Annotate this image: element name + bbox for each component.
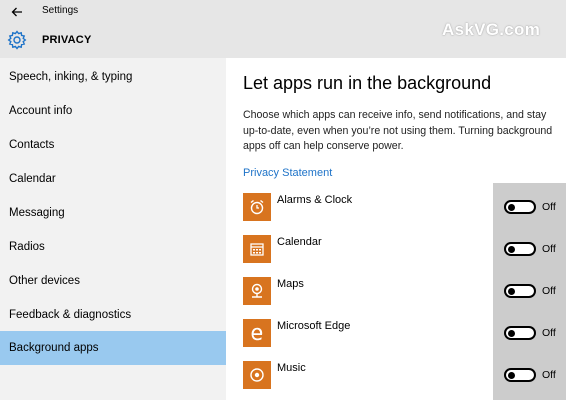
window-title: Settings [42, 5, 79, 16]
toggle-knob [508, 329, 515, 337]
sidebar-item-speech[interactable]: Speech, inking, & typing [0, 60, 226, 94]
back-button[interactable] [0, 0, 34, 24]
toggle-knob [508, 203, 515, 211]
toggle-knob [508, 287, 515, 295]
app-row-calendar: Calendar Off [243, 233, 566, 265]
sidebar-item-other-devices[interactable]: Other devices [0, 264, 226, 298]
toggle-state-label: Off [542, 369, 556, 381]
music-icon [243, 361, 271, 389]
edge-icon [243, 319, 271, 347]
privacy-statement-link[interactable]: Privacy Statement [243, 167, 332, 179]
sidebar-item-account-info[interactable]: Account info [0, 94, 226, 128]
maps-icon [243, 277, 271, 305]
gear-icon [7, 30, 27, 50]
toggle-knob [508, 245, 515, 253]
app-row-microsoft-edge: Microsoft Edge Off [243, 317, 566, 349]
app-name: Microsoft Edge [277, 320, 351, 332]
toggle-state-label: Off [542, 201, 556, 213]
alarm-clock-icon [243, 193, 271, 221]
music-toggle[interactable] [504, 368, 536, 382]
sidebar-item-background-apps[interactable]: Background apps [0, 331, 226, 365]
toggle-state-label: Off [542, 327, 556, 339]
section-description: Choose which apps can receive info, send… [243, 109, 553, 152]
sidebar: Speech, inking, & typing Account info Co… [0, 58, 226, 400]
toggle-state-label: Off [542, 285, 556, 297]
page-title: PRIVACY [42, 34, 92, 46]
calendar-icon [243, 235, 271, 263]
section-title: Let apps run in the background [243, 73, 492, 93]
app-row-alarms-clock: Alarms & Clock Off [243, 191, 566, 223]
watermark: AskVG.com [442, 20, 541, 39]
sidebar-item-radios[interactable]: Radios [0, 230, 226, 264]
sidebar-item-contacts[interactable]: Contacts [0, 128, 226, 162]
app-row-maps: Maps Off [243, 275, 566, 307]
sidebar-item-feedback-diagnostics[interactable]: Feedback & diagnostics [0, 298, 226, 332]
toggle-knob [508, 371, 515, 379]
back-arrow-icon[interactable] [11, 7, 23, 17]
calendar-toggle[interactable] [504, 242, 536, 256]
alarms-clock-toggle[interactable] [504, 200, 536, 214]
maps-toggle[interactable] [504, 284, 536, 298]
app-name: Maps [277, 278, 304, 290]
sidebar-item-messaging[interactable]: Messaging [0, 196, 226, 230]
sidebar-item-calendar[interactable]: Calendar [0, 162, 226, 196]
app-name: Music [277, 362, 306, 374]
app-name: Calendar [277, 236, 322, 248]
toggle-state-label: Off [542, 243, 556, 255]
app-name: Alarms & Clock [277, 194, 353, 206]
microsoft-edge-toggle[interactable] [504, 326, 536, 340]
app-row-music: Music Off [243, 359, 566, 391]
